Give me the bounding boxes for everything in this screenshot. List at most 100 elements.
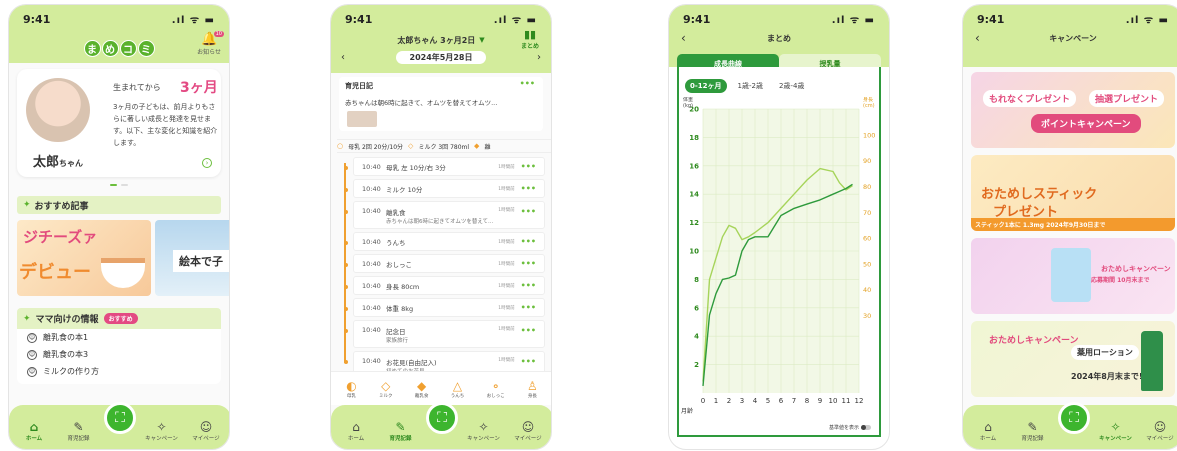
notification-label: お知らせ (197, 49, 221, 56)
scan-camera-button[interactable]: ⛶ (1058, 402, 1090, 434)
current-date[interactable]: 2024年5月28日 (395, 51, 487, 64)
status-time: 9:41 (977, 12, 1005, 26)
diary-photo[interactable] (347, 111, 377, 127)
scan-camera-icon: ⛶ (437, 410, 447, 426)
home-icon: ⌂ (29, 420, 39, 434)
quick-height-button[interactable]: ♙ 身長 (527, 379, 538, 399)
entry-ago: 1時間前 (498, 305, 515, 311)
quick-label: 離乳食 (414, 393, 429, 399)
tab-record[interactable]: ✎ 育児記録 (382, 420, 420, 442)
quick-food-button[interactable]: ◆ 離乳食 (415, 379, 429, 399)
more-options-icon[interactable]: ••• (521, 326, 536, 335)
more-options-icon[interactable]: ••• (521, 184, 536, 193)
tab-record[interactable]: ✎ 育児記録 (1014, 420, 1052, 442)
sparkle-icon: ✦ (23, 313, 31, 324)
article-banner-cheese-debut[interactable]: ジチーズァ デビュー (17, 220, 151, 296)
home-header: 9:41 .ıl ᯤ ▬ ま め コ ミ 🔔 10 お知らせ (9, 5, 229, 63)
born-label: 生まれてから (113, 83, 161, 92)
entry-ago: 1時間前 (498, 283, 515, 289)
logo-char: ミ (137, 39, 155, 57)
prev-day-button[interactable]: ‹ (341, 52, 345, 63)
article-banner-picture-book[interactable]: 絵本で子 (155, 220, 229, 296)
scan-camera-button[interactable]: ⛶ (104, 402, 136, 434)
timeline-entry[interactable]: 10:40 記念日 1時間前 ••• 家族旅行 (344, 320, 545, 348)
more-options-icon[interactable]: ••• (521, 303, 536, 312)
x-tick-label: 3 (740, 397, 744, 405)
info-list-item[interactable]: ☺ ミルクの作り方 (17, 363, 221, 380)
food-icon: ◆ (474, 142, 480, 150)
x-tick-label: 7 (792, 397, 796, 405)
show-standard-toggle[interactable]: 基準値を表示 (829, 424, 871, 431)
tab-mypage[interactable]: ☺ マイページ (509, 420, 547, 442)
y-left-tick-label: 12 (689, 219, 699, 227)
more-options-icon[interactable]: ••• (521, 162, 536, 171)
quick-breast-button[interactable]: ◐ 母乳 (346, 379, 356, 399)
recommend-title-text: おすすめ記事 (34, 201, 89, 212)
chevron-left-icon[interactable]: ‹ (975, 31, 980, 45)
smile-icon: ☺ (521, 420, 535, 434)
quick-milk-button[interactable]: ◇ ミルク (379, 379, 393, 399)
mama-info-title: ママ向けの情報 (35, 315, 99, 325)
quick-poop-button[interactable]: △ うんち (451, 379, 465, 399)
more-options-icon[interactable]: ••• (520, 79, 535, 88)
tab-mypage[interactable]: ☺ マイページ (187, 420, 225, 442)
notification-button[interactable]: 🔔 10 お知らせ (197, 31, 224, 56)
more-options-icon[interactable]: ••• (521, 357, 536, 366)
campaign-banner-toothpaste[interactable]: おためしキャンペーン 応募期間 10月末まで (971, 238, 1175, 314)
diary-card[interactable]: 育児日記 ••• 赤ちゃんは朝6時に起きて、オムツを替えてオムツ... (339, 77, 543, 131)
status-time: 9:41 (683, 12, 711, 26)
tab-campaign[interactable]: ✧ キャンペーン (1097, 420, 1135, 442)
timeline-entry[interactable]: 10:40 うんち 1時間前 ••• (344, 232, 545, 251)
tab-campaign[interactable]: ✧ キャンペーン (465, 420, 503, 442)
info-list-item[interactable]: ☺ 離乳食の本1 (17, 329, 221, 346)
range-tab-1-2y[interactable]: 1歳-2歳 (733, 79, 768, 93)
banner2-text: 絵本で子 (173, 250, 229, 272)
tab-home[interactable]: ⌂ ホーム (337, 420, 375, 442)
more-options-icon[interactable]: ••• (521, 237, 536, 246)
campaign-banner-points[interactable]: もれなくプレゼント 抽選プレゼント ポイントキャンペーン (971, 72, 1175, 148)
app-header: ま め コ ミ 🔔 10 お知らせ (9, 31, 229, 63)
quick-pee-button[interactable]: ∘ おしっこ (487, 379, 505, 399)
toggle-switch[interactable] (861, 425, 871, 430)
summary-label: まとめ (520, 43, 539, 50)
more-options-icon[interactable]: ••• (521, 281, 536, 290)
range-tab-0-12m[interactable]: 0-12ヶ月 (685, 79, 727, 93)
chevron-left-icon[interactable]: ‹ (681, 31, 686, 45)
timeline-entry[interactable]: 10:40 体重 8kg 1時間前 ••• (344, 298, 545, 317)
entry-ago: 1時間前 (498, 186, 515, 192)
x-tick-label: 11 (842, 397, 851, 405)
entry-label: うんち (386, 238, 406, 247)
baby-age: 3ヶ月 (180, 80, 218, 96)
campaign-banner-lotion[interactable]: おためしキャンペーン 薬用ローション 2024年8月末まで! (971, 321, 1175, 397)
baby-selector[interactable]: 太郎ちゃん 3ヶ月2日 ▼ ▮▮ まとめ (331, 29, 551, 51)
quick-label: うんち (450, 393, 465, 399)
tab-record[interactable]: ✎ 育児記録 (60, 420, 98, 442)
scan-camera-button[interactable]: ⛶ (426, 402, 458, 434)
baby-age-card[interactable]: 太郎ちゃん 生まれてから 3ヶ月 3ヶ月の子どもは、前月よりもさらに著しい成長と… (17, 69, 221, 177)
summary-button[interactable]: ▮▮ まとめ (520, 28, 539, 51)
y-right-tick-label: 40 (863, 286, 871, 294)
tab-record-label: 育児記録 (389, 436, 412, 442)
timeline-entry[interactable]: 10:40 身長 80cm 1時間前 ••• (344, 276, 545, 295)
timeline-entry[interactable]: 10:40 ミルク 10分 1時間前 ••• (344, 179, 545, 198)
y-left-tick-label: 16 (689, 162, 699, 170)
campaign-banner-stick[interactable]: おためしスティック プレゼント スティック1本に 1.3mg 2024年9月30… (971, 155, 1175, 231)
tab-home[interactable]: ⌂ ホーム (969, 420, 1007, 442)
next-day-button[interactable]: › (537, 52, 541, 63)
tab-home[interactable]: ⌂ ホーム (15, 420, 53, 442)
info-list-item[interactable]: ☺ 離乳食の本3 (17, 346, 221, 363)
camp4-text-3: 2024年8月末まで! (1071, 372, 1143, 381)
quick-label: 身長 (527, 393, 537, 399)
timeline-entry[interactable]: 10:40 離乳食 1時間前 ••• 赤ちゃんは朝6時に起きてオムツを替えて... (344, 201, 545, 229)
chevron-right-icon[interactable]: › (202, 158, 212, 168)
timeline-entry[interactable]: 10:40 母乳 左 10分/右 3分 1時間前 ••• (344, 157, 545, 176)
more-options-icon[interactable]: ••• (521, 259, 536, 268)
range-tab-2-4y[interactable]: 2歳-4歳 (774, 79, 809, 93)
tab-campaign[interactable]: ✧ キャンペーン (143, 420, 181, 442)
tab-mypage[interactable]: ☺ マイページ (1141, 420, 1177, 442)
bar-chart-icon: ▮▮ (523, 28, 537, 41)
baby-face-icon: ☺ (27, 366, 37, 377)
timeline-entry[interactable]: 10:40 おしっこ 1時間前 ••• (344, 254, 545, 273)
person-icon: ♙ (527, 378, 538, 393)
more-options-icon[interactable]: ••• (521, 207, 536, 216)
